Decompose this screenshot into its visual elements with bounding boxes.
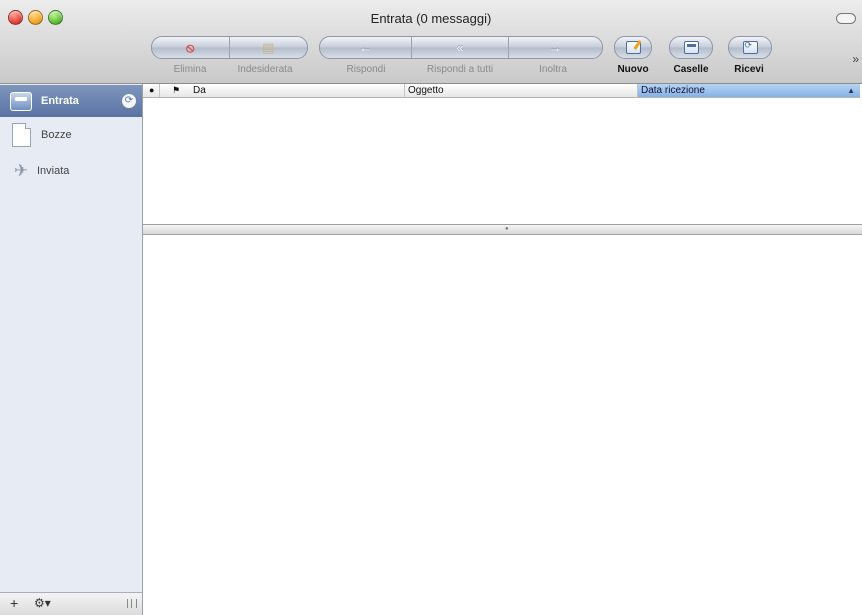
column-date-received-label: Data ricezione bbox=[641, 85, 705, 96]
drafts-document-icon bbox=[9, 122, 33, 148]
delete-label[interactable]: Elimina bbox=[174, 64, 207, 75]
junk-bin-icon: ▤ bbox=[262, 40, 275, 55]
resize-grip-icon[interactable] bbox=[127, 599, 137, 608]
splitter-handle-icon: ● bbox=[505, 226, 509, 232]
delete-button[interactable]: ⦸ bbox=[152, 37, 230, 58]
double-arrow-left-icon: « bbox=[456, 40, 464, 55]
paper-plane-icon: ✈ bbox=[13, 161, 29, 180]
sidebar-item-label: Bozze bbox=[41, 129, 72, 141]
reply-label[interactable]: Rispondi bbox=[347, 64, 386, 75]
column-date-received[interactable]: Data ricezione ▲ bbox=[638, 84, 860, 97]
titlebar-toolbar: Entrata (0 messaggi) ⦸ ▤ ← « → ⟳ Elimina… bbox=[0, 0, 862, 84]
sidebar-item-inbox[interactable]: Entrata ⟳ bbox=[0, 85, 142, 117]
message-list[interactable]: ● ⚑ Da Oggetto Data ricezione ▲ bbox=[143, 84, 862, 224]
mailbox-icon bbox=[683, 41, 699, 54]
activity-spinner-icon: ⟳ bbox=[122, 94, 136, 108]
add-mailbox-button[interactable]: + bbox=[10, 596, 18, 611]
compose-icon bbox=[625, 41, 641, 54]
message-preview-pane bbox=[143, 235, 862, 615]
message-list-header: ● ⚑ Da Oggetto Data ricezione ▲ bbox=[143, 84, 860, 98]
column-subject[interactable]: Oggetto bbox=[405, 84, 638, 97]
preview-splitter[interactable]: ● bbox=[143, 224, 862, 235]
forward-button[interactable]: → bbox=[509, 37, 602, 58]
toolbar-toggle-button[interactable] bbox=[836, 13, 856, 24]
junk-button[interactable]: ▤ bbox=[230, 37, 308, 58]
column-read-status[interactable]: ● bbox=[143, 84, 160, 97]
junk-label[interactable]: Indesiderata bbox=[237, 64, 292, 75]
arrow-left-icon: ← bbox=[359, 40, 373, 55]
new-message-button[interactable] bbox=[614, 36, 652, 59]
reply-segment: ← « → bbox=[319, 36, 603, 59]
get-mail-label[interactable]: Ricevi bbox=[734, 64, 763, 75]
delete-junk-segment: ⦸ ▤ bbox=[151, 36, 308, 59]
no-entry-icon: ⦸ bbox=[186, 40, 195, 55]
sidebar-item-sent[interactable]: ✈ Inviata bbox=[0, 155, 142, 187]
mail-window: Entrata (0 messaggi) ⦸ ▤ ← « → ⟳ Elimina… bbox=[0, 0, 862, 615]
inbox-icon bbox=[9, 88, 33, 114]
window-title: Entrata (0 messaggi) bbox=[370, 11, 492, 26]
get-mail-button[interactable] bbox=[728, 36, 772, 59]
forward-label[interactable]: Inoltra bbox=[539, 64, 567, 75]
arrow-right-icon: → bbox=[548, 40, 562, 55]
reply-button[interactable]: ← bbox=[320, 37, 413, 58]
column-from[interactable]: Da bbox=[190, 84, 405, 97]
reply-all-label[interactable]: Rispondi a tutti bbox=[427, 64, 493, 75]
sidebar-footer: + ⚙▾ bbox=[0, 592, 142, 615]
get-mail-icon bbox=[742, 40, 758, 54]
reply-all-button[interactable]: « bbox=[412, 37, 509, 58]
gear-icon[interactable]: ⚙▾ bbox=[34, 596, 51, 611]
toolbar-overflow-chevron-icon[interactable]: » bbox=[852, 52, 859, 66]
sort-ascending-icon: ▲ bbox=[847, 86, 855, 95]
sidebar-item-label: Entrata bbox=[41, 95, 79, 107]
unread-dot-icon: ● bbox=[149, 85, 155, 95]
sidebar-item-drafts[interactable]: Bozze bbox=[0, 119, 142, 151]
column-flag[interactable]: ⚑ bbox=[160, 84, 190, 97]
mailboxes-button[interactable] bbox=[669, 36, 713, 59]
flag-icon: ⚑ bbox=[172, 85, 181, 95]
mailbox-sidebar: Entrata ⟳ Bozze ✈ Inviata + ⚙▾ bbox=[0, 84, 143, 615]
new-label[interactable]: Nuovo bbox=[617, 64, 648, 75]
sidebar-item-label: Inviata bbox=[37, 165, 70, 177]
mailboxes-label[interactable]: Caselle bbox=[673, 64, 708, 75]
